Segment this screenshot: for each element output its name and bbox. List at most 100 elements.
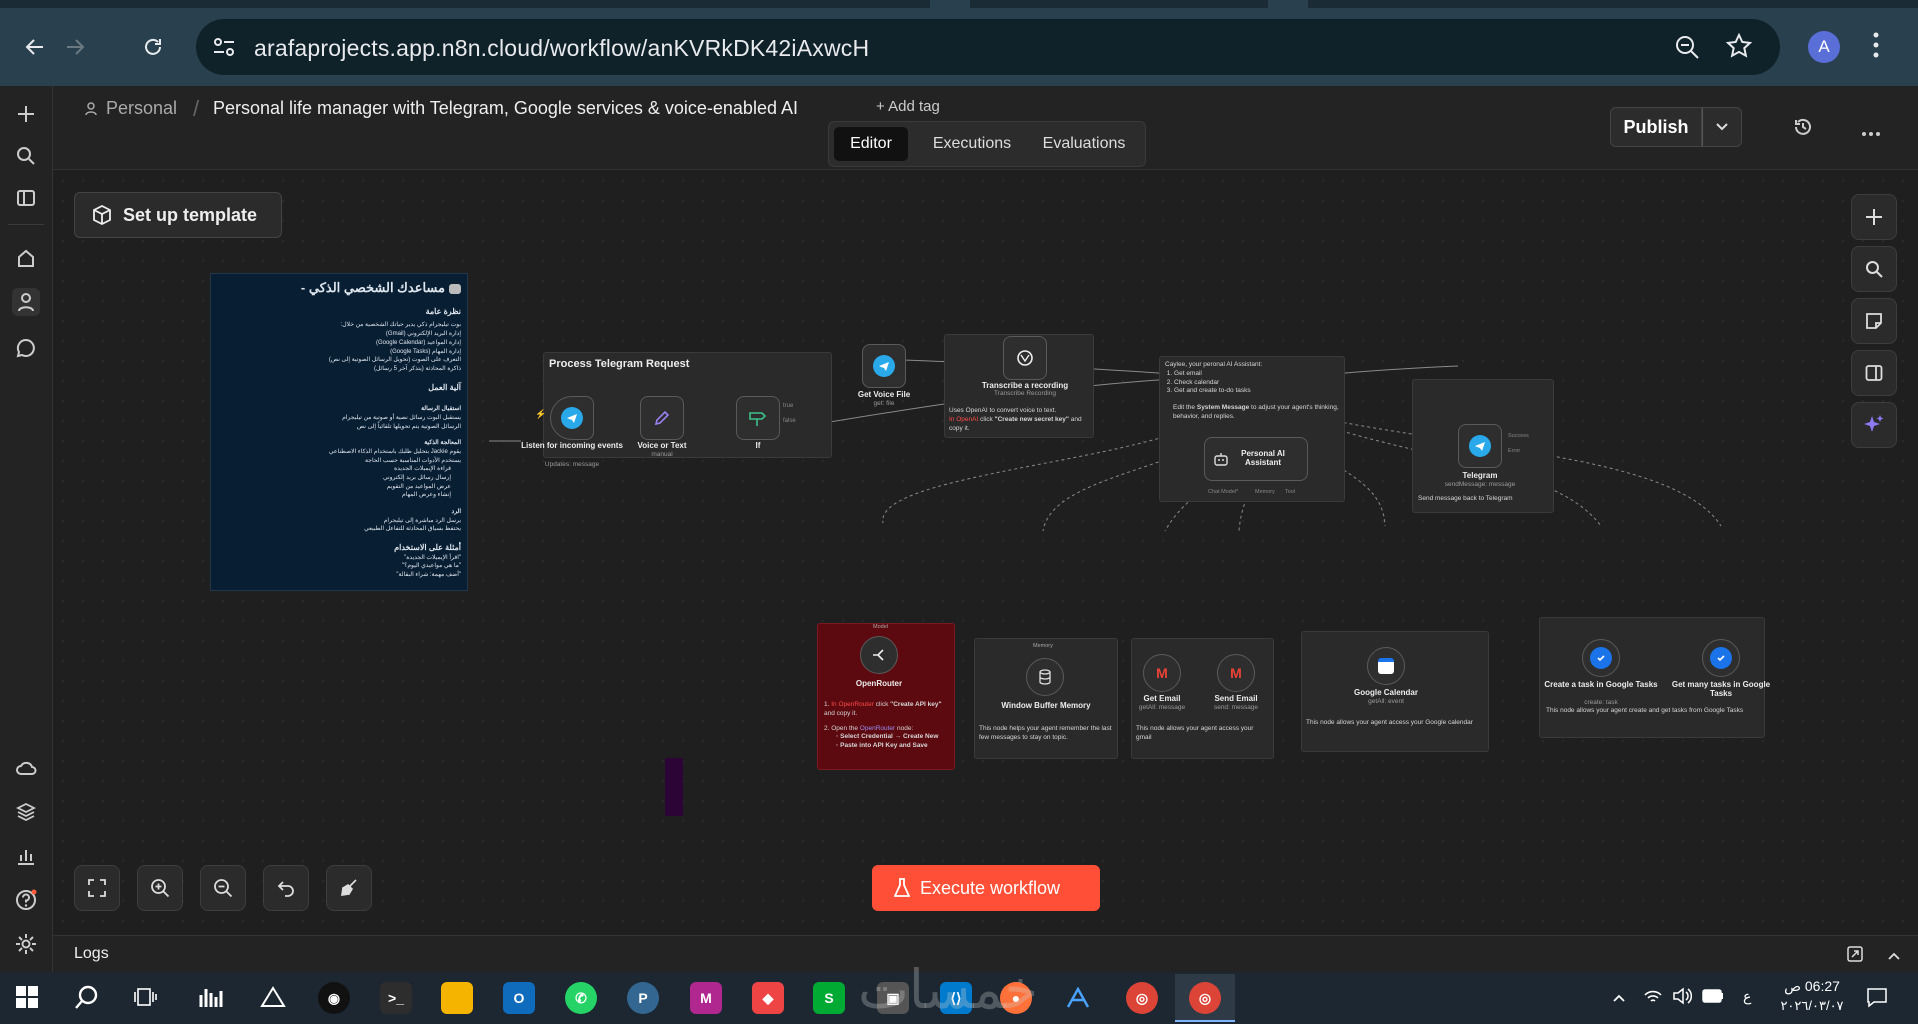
task-view-icon[interactable] <box>134 986 158 1013</box>
node-label: Personal AI Assistant <box>1241 449 1285 468</box>
active-chrome-window[interactable]: ◎ <box>1175 974 1235 1022</box>
node-create-task[interactable] <box>1582 639 1620 677</box>
model-port-label: Model <box>873 624 888 630</box>
app-audio-icon[interactable] <box>195 982 227 1014</box>
home-icon[interactable] <box>12 244 40 272</box>
node-listen-telegram[interactable] <box>550 396 594 440</box>
node-get-voice-file[interactable] <box>862 344 906 388</box>
templates-icon[interactable] <box>12 798 40 826</box>
app-chrome-icon[interactable]: ◎ <box>1126 982 1158 1014</box>
gmail-icon: M <box>1230 665 1242 681</box>
keyboard-language[interactable]: ع <box>1743 988 1751 1005</box>
node-window-buffer-memory[interactable] <box>1026 658 1064 696</box>
add-tag-button[interactable]: + Add tag <box>876 98 940 115</box>
clock-time[interactable]: 06:27 ص <box>1772 978 1852 995</box>
app-postgres-icon[interactable]: P <box>627 982 659 1014</box>
windows-taskbar: ◉ >_ O ✆ P M ◆ S ▣ ⟨⟩ ● ◎ ◎ خمسات ع 06:2… <box>0 958 1918 1024</box>
app-m-icon[interactable]: M <box>690 982 722 1014</box>
history-icon[interactable] <box>1793 117 1813 142</box>
port-memory: Memory <box>1255 489 1275 495</box>
undo-icon[interactable] <box>263 865 309 911</box>
app-green-icon[interactable]: S <box>813 982 845 1014</box>
node-openrouter[interactable] <box>860 636 898 674</box>
taskbar-search-icon[interactable] <box>74 984 100 1015</box>
profile-avatar[interactable]: A <box>1808 31 1840 63</box>
tab-executions[interactable]: Executions <box>917 127 1027 161</box>
browser-menu-icon[interactable] <box>1872 30 1880 65</box>
node-sub: get: file <box>873 400 895 407</box>
note-link[interactable]: In OpenAI <box>949 416 978 423</box>
more-options-icon[interactable] <box>1861 124 1881 142</box>
personal-icon[interactable] <box>12 288 40 316</box>
address-bar[interactable]: arafaprojects.app.n8n.cloud/workflow/anK… <box>196 19 1780 75</box>
settings-gear-icon[interactable] <box>12 930 40 958</box>
help-icon[interactable] <box>12 886 40 914</box>
node-voice-or-text[interactable] <box>640 396 684 440</box>
fit-view-icon[interactable] <box>74 865 120 911</box>
node-get-many-tasks[interactable] <box>1702 639 1740 677</box>
note-link[interactable]: OpenRouter <box>860 725 895 732</box>
network-icon[interactable] <box>1643 987 1663 1010</box>
app-a-icon[interactable] <box>1062 982 1094 1014</box>
node-personal-ai-assistant[interactable]: Personal AI Assistant <box>1204 437 1308 481</box>
tray-chevron-icon[interactable] <box>1612 990 1626 1008</box>
battery-icon[interactable] <box>1702 989 1724 1008</box>
note-strong: Paste into API Key and Save <box>840 742 928 750</box>
workflow-title[interactable]: Personal life manager with Telegram, Goo… <box>213 98 798 119</box>
panel-toggle-icon[interactable] <box>12 184 40 212</box>
node-if[interactable] <box>736 396 780 440</box>
windows-start-icon[interactable] <box>16 986 38 1013</box>
tab-editor[interactable]: Editor <box>834 127 908 161</box>
tab-evaluations[interactable]: Evaluations <box>1029 127 1139 161</box>
notifications-icon[interactable] <box>1866 986 1888 1013</box>
app-terminal-icon[interactable]: >_ <box>380 982 412 1014</box>
node-send-email[interactable]: M <box>1217 654 1255 692</box>
group-title: Process Telegram Request <box>549 358 690 370</box>
tidy-up-broom-icon[interactable] <box>326 865 372 911</box>
app-git-icon[interactable]: ◆ <box>752 982 784 1014</box>
node-transcribe[interactable] <box>1003 336 1047 380</box>
back-icon[interactable] <box>18 30 52 64</box>
logs-label[interactable]: Logs <box>74 945 109 963</box>
url-text[interactable]: arafaprojects.app.n8n.cloud/workflow/anK… <box>254 35 869 62</box>
tasks-note[interactable] <box>1539 617 1765 738</box>
forward-icon[interactable] <box>58 30 92 64</box>
note-text: node: <box>895 724 914 732</box>
google-tasks-icon <box>1710 647 1732 669</box>
node-sub: send: message <box>1213 704 1259 711</box>
add-icon[interactable] <box>12 100 40 128</box>
note-text: click <box>978 415 995 423</box>
publish-dropdown-chevron-icon[interactable] <box>1702 107 1742 147</box>
database-icon <box>1039 669 1051 685</box>
note-link[interactable]: OpenRouter <box>838 701 873 708</box>
breadcrumb-project[interactable]: Personal <box>106 98 177 119</box>
volume-icon[interactable] <box>1672 987 1693 1010</box>
app-inkscape-icon[interactable] <box>257 982 289 1014</box>
app-whatsapp-icon[interactable]: ✆ <box>565 982 597 1014</box>
cloud-icon[interactable] <box>12 754 40 782</box>
zoom-in-icon[interactable] <box>137 865 183 911</box>
workflow-canvas[interactable]: Set up template مساعدك الشخصي الذكي - نظ… <box>53 171 1918 935</box>
execute-workflow-button[interactable]: Execute workflow <box>872 865 1100 911</box>
site-settings-icon[interactable] <box>212 36 236 63</box>
publish-button[interactable]: Publish <box>1610 107 1702 147</box>
popout-icon[interactable] <box>1847 946 1863 967</box>
chevron-up-icon[interactable] <box>1887 948 1901 966</box>
node-telegram-send[interactable] <box>1458 424 1502 468</box>
app-file-explorer-icon[interactable] <box>441 982 473 1014</box>
clock-date[interactable]: ٢٠٢٦/٠٣/٠٧ <box>1772 998 1852 1014</box>
app-fingerprint-icon[interactable]: ◉ <box>318 982 350 1014</box>
app-outlook-icon[interactable]: O <box>503 982 535 1014</box>
reload-icon[interactable] <box>136 30 170 64</box>
chat-icon[interactable] <box>12 334 40 362</box>
zoom-icon[interactable] <box>1674 34 1700 65</box>
note-line: 2. Check calendar <box>1165 378 1220 386</box>
node-google-calendar[interactable] <box>1367 647 1405 685</box>
node-get-email[interactable]: M <box>1143 654 1181 692</box>
agent-note-text: Caylee, your peronal AI Assistant: 1. Ge… <box>1165 361 1341 422</box>
bookmark-star-icon[interactable] <box>1725 32 1753 64</box>
zoom-out-icon[interactable] <box>200 865 246 911</box>
note-strong: System Message <box>1196 404 1250 412</box>
insights-icon[interactable] <box>12 842 40 870</box>
search-icon[interactable] <box>12 142 40 170</box>
